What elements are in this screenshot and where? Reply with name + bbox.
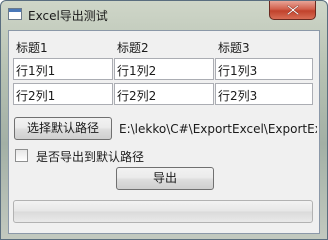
- table-cell-r2-c3[interactable]: 行2列3: [215, 83, 313, 105]
- close-icon: [287, 5, 299, 15]
- export-default-path-checkbox[interactable]: [15, 149, 28, 162]
- table-cell-r2-c2[interactable]: 行2列2: [114, 83, 214, 105]
- table-cell-r1-c1[interactable]: 行1列1: [13, 58, 113, 80]
- app-window: Excel导出测试 标题1 标题2 标题3 行1列1 行1列2 行1列3 行2列…: [0, 0, 328, 240]
- choose-default-path-button[interactable]: 选择默认路径: [14, 117, 112, 140]
- close-button[interactable]: [269, 1, 316, 20]
- table-cell-r1-c3[interactable]: 行1列3: [215, 58, 313, 80]
- column-header-2[interactable]: 标题2: [117, 39, 149, 56]
- column-header-3[interactable]: 标题3: [218, 39, 250, 56]
- client-area: 标题1 标题2 标题3 行1列1 行1列2 行1列3 行2列1 行2列2 行2列…: [8, 30, 320, 234]
- export-button[interactable]: 导出: [116, 167, 214, 190]
- export-progress-bar: [13, 200, 313, 223]
- table-cell-r2-c1[interactable]: 行2列1: [13, 83, 113, 105]
- export-default-path-label[interactable]: 是否导出到默认路径: [36, 148, 144, 165]
- app-window-icon: [8, 8, 22, 20]
- title-bar[interactable]: Excel导出测试: [1, 1, 327, 29]
- column-header-1[interactable]: 标题1: [16, 39, 48, 56]
- window-title: Excel导出测试: [28, 9, 108, 23]
- table-cell-r1-c2[interactable]: 行1列2: [114, 58, 214, 80]
- default-path-text: E:\lekko\C#\ExportExcel\ExportEx: [119, 122, 317, 136]
